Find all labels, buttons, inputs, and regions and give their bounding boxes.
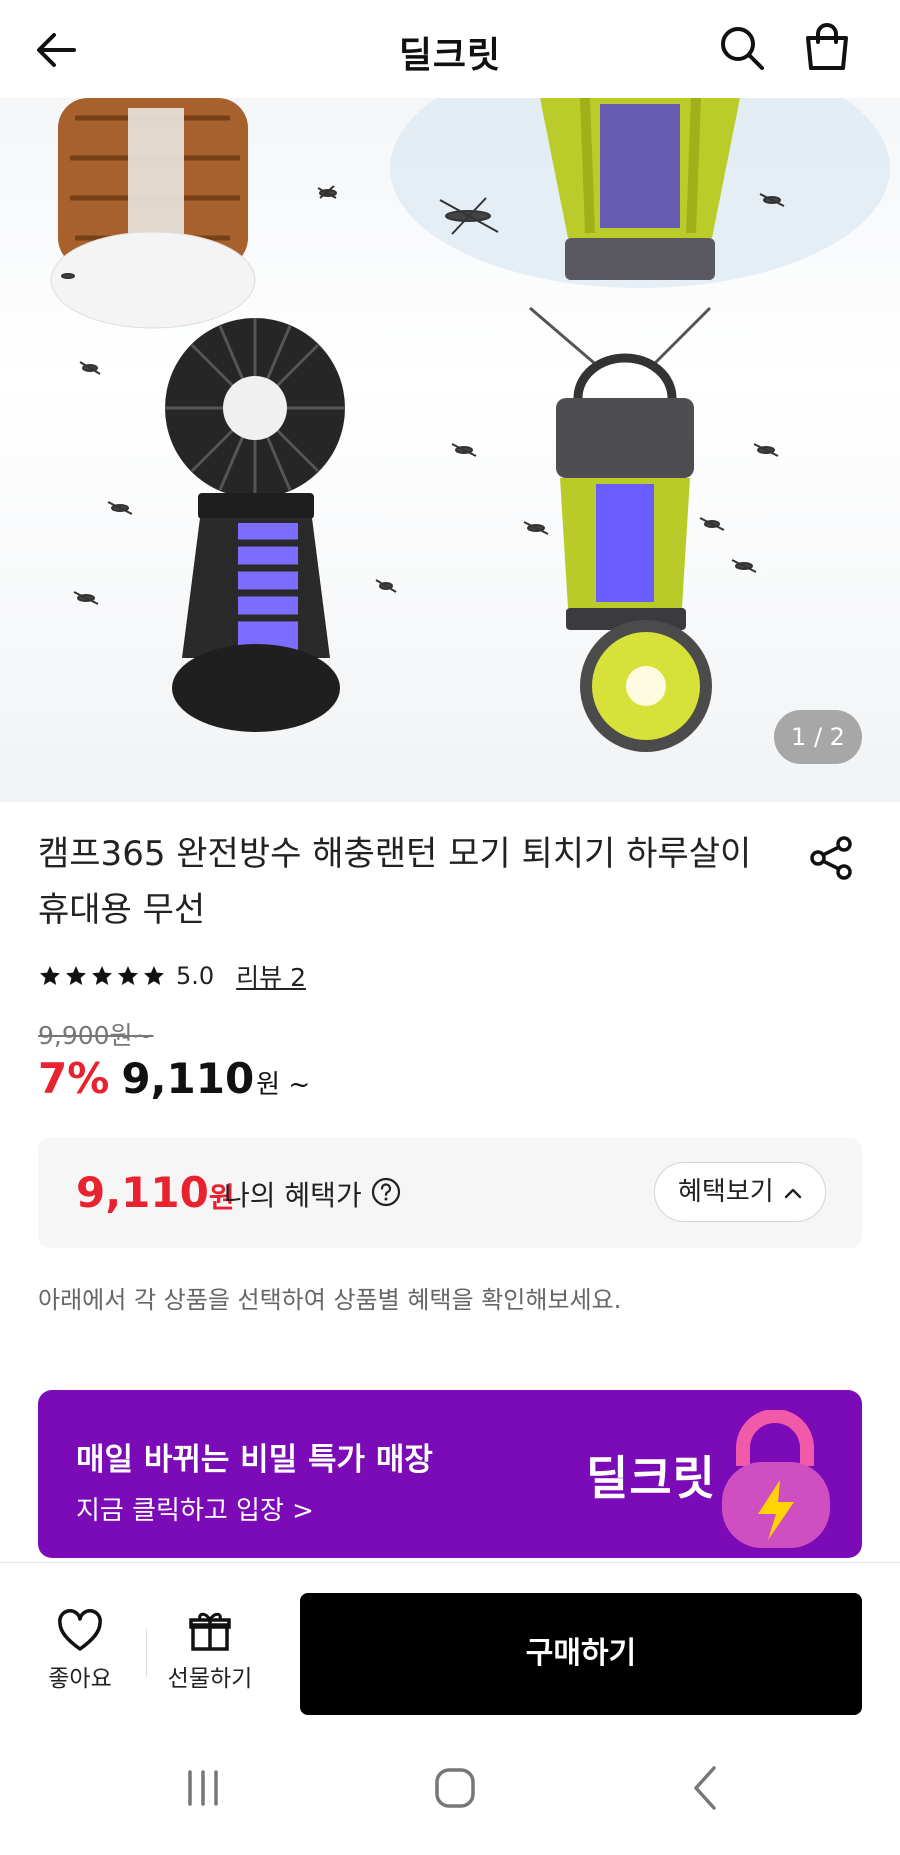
original-price: 9,900원~ — [38, 1021, 154, 1050]
sale-price: 9,110 — [121, 1054, 255, 1103]
benefit-label: 나의 혜택가 — [224, 1179, 362, 1212]
banner-logo: 딜크릿 — [586, 1451, 716, 1505]
star-icon — [144, 966, 164, 985]
system-navigation-bar — [0, 1722, 900, 1855]
banner-subtitle: 지금 클릭하고 입장 > — [76, 1496, 314, 1526]
star-icon — [92, 966, 112, 985]
rating-row: 5.0 리뷰 2 — [38, 958, 306, 994]
star-rating — [38, 964, 166, 988]
like-button[interactable]: 좋아요 — [30, 1609, 130, 1701]
star-icon — [40, 966, 60, 985]
gift-label: 선물하기 — [167, 1666, 253, 1692]
sale-price-row: 7% 9,110 원 ~ — [38, 1054, 310, 1103]
home-icon[interactable] — [420, 1756, 490, 1820]
chevron-up-icon — [784, 1188, 802, 1198]
top-app-bar: 딜크릿 — [0, 0, 900, 98]
gift-button[interactable]: 선물하기 — [160, 1609, 260, 1701]
recent-apps-icon[interactable] — [168, 1756, 238, 1820]
discount-rate: 7% — [38, 1054, 110, 1103]
divider — [146, 1629, 147, 1677]
question-circle-icon[interactable] — [370, 1176, 402, 1208]
star-icon — [66, 966, 86, 985]
search-icon[interactable] — [716, 22, 768, 74]
like-label: 좋아요 — [48, 1666, 112, 1692]
bottom-action-bar: 좋아요 선물하기 구매하기 — [0, 1562, 900, 1722]
rating-value: 5.0 — [176, 962, 215, 990]
review-link[interactable]: 리뷰 2 — [236, 958, 306, 994]
star-icon — [118, 966, 138, 985]
image-page-indicator: 1 / 2 — [774, 710, 862, 764]
promo-banner[interactable]: 매일 바뀌는 비밀 특가 매장 지금 클릭하고 입장 > 딜크릿 — [38, 1390, 862, 1558]
product-photo — [50, 98, 890, 752]
view-benefits-button[interactable]: 혜택보기 — [654, 1162, 826, 1222]
benefit-notice: 아래에서 각 상품을 선택하여 상품별 혜택을 확인해보세요. — [38, 1286, 622, 1314]
share-icon[interactable] — [808, 834, 856, 882]
heart-icon — [58, 1609, 102, 1651]
banner-title: 매일 바뀌는 비밀 특가 매장 — [76, 1442, 433, 1478]
shopping-bag-icon[interactable] — [800, 20, 854, 74]
benefit-price-value: 9,110 — [76, 1168, 209, 1217]
gift-icon — [189, 1612, 231, 1651]
buy-button[interactable]: 구매하기 — [300, 1593, 862, 1715]
product-image-carousel[interactable]: 1 / 2 — [0, 98, 900, 802]
sale-price-unit: 원 ~ — [256, 1070, 311, 1100]
product-title: 캠프365 완전방수 해충랜턴 모기 퇴치기 하루살이 휴대용 무선 — [38, 834, 752, 930]
benefit-price: 9,110원 — [76, 1168, 235, 1217]
back-nav-icon[interactable] — [672, 1756, 742, 1820]
benefit-box: 9,110원 나의 혜택가 혜택보기 — [38, 1138, 862, 1248]
view-benefits-label: 혜택보기 — [678, 1177, 774, 1207]
